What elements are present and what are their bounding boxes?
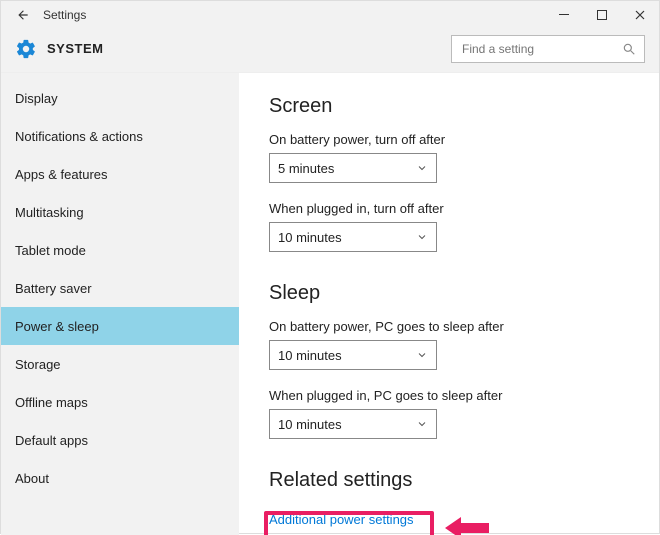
titlebar: Settings: [1, 1, 659, 29]
maximize-button[interactable]: [583, 1, 621, 29]
sleep-plugged-dropdown[interactable]: 10 minutes: [269, 409, 437, 439]
sleep-plugged-label: When plugged in, PC goes to sleep after: [269, 388, 641, 403]
minimize-button[interactable]: [545, 1, 583, 29]
search-box[interactable]: [451, 35, 645, 63]
annotation-arrow: [443, 511, 493, 535]
related-heading: Related settings: [269, 469, 641, 492]
sidebar-item-display[interactable]: Display: [1, 79, 239, 117]
screen-battery-label: On battery power, turn off after: [269, 132, 641, 147]
arrow-left-icon: [16, 8, 30, 22]
sidebar: Display Notifications & actions Apps & f…: [1, 73, 239, 535]
maximize-icon: [597, 10, 607, 20]
chevron-down-icon: [416, 162, 428, 174]
sidebar-item-about[interactable]: About: [1, 459, 239, 497]
header: SYSTEM: [1, 29, 659, 73]
sleep-battery-label: On battery power, PC goes to sleep after: [269, 319, 641, 334]
back-button[interactable]: [9, 1, 37, 29]
sidebar-item-battery-saver[interactable]: Battery saver: [1, 269, 239, 307]
close-button[interactable]: [621, 1, 659, 29]
additional-power-settings-link[interactable]: Additional power settings: [269, 506, 420, 533]
sidebar-item-apps[interactable]: Apps & features: [1, 155, 239, 193]
chevron-down-icon: [416, 231, 428, 243]
sidebar-item-storage[interactable]: Storage: [1, 345, 239, 383]
screen-plugged-dropdown[interactable]: 10 minutes: [269, 222, 437, 252]
sidebar-item-notifications[interactable]: Notifications & actions: [1, 117, 239, 155]
chevron-down-icon: [416, 349, 428, 361]
sidebar-item-offline-maps[interactable]: Offline maps: [1, 383, 239, 421]
chevron-down-icon: [416, 418, 428, 430]
sidebar-item-multitasking[interactable]: Multitasking: [1, 193, 239, 231]
minimize-icon: [559, 10, 569, 20]
screen-plugged-value: 10 minutes: [278, 230, 342, 245]
sleep-plugged-value: 10 minutes: [278, 417, 342, 432]
search-input[interactable]: [460, 41, 622, 57]
sidebar-item-tablet-mode[interactable]: Tablet mode: [1, 231, 239, 269]
sidebar-item-power-sleep[interactable]: Power & sleep: [1, 307, 239, 345]
screen-battery-value: 5 minutes: [278, 161, 334, 176]
sleep-heading: Sleep: [269, 282, 641, 305]
category-title: SYSTEM: [47, 41, 103, 56]
screen-battery-dropdown[interactable]: 5 minutes: [269, 153, 437, 183]
content-pane: Screen On battery power, turn off after …: [239, 73, 659, 535]
sleep-battery-value: 10 minutes: [278, 348, 342, 363]
screen-plugged-label: When plugged in, turn off after: [269, 201, 641, 216]
close-icon: [635, 10, 645, 20]
search-icon: [622, 42, 636, 56]
window-title: Settings: [37, 8, 86, 22]
gear-icon: [15, 38, 37, 60]
screen-heading: Screen: [269, 95, 641, 118]
sleep-battery-dropdown[interactable]: 10 minutes: [269, 340, 437, 370]
sidebar-item-default-apps[interactable]: Default apps: [1, 421, 239, 459]
